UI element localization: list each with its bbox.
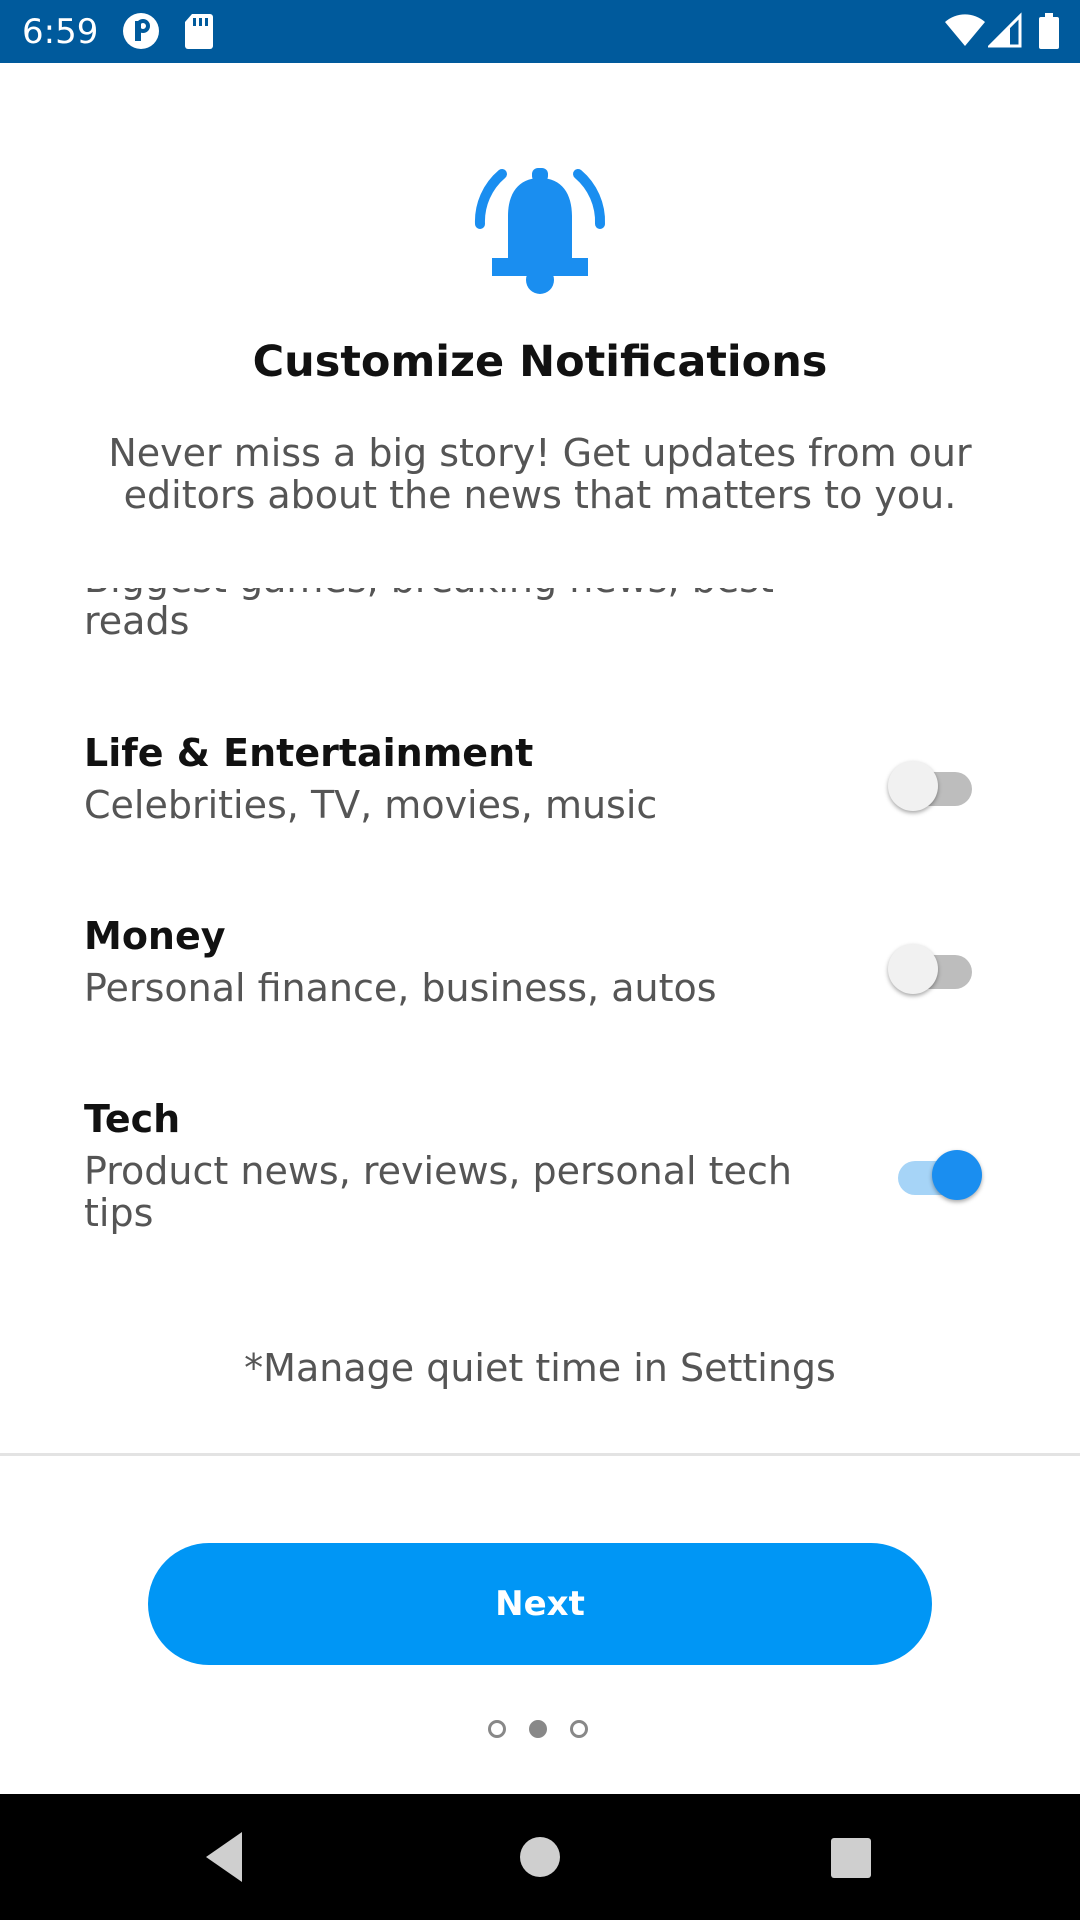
- quiet-time-note: *Manage quiet time in Settings: [244, 1346, 836, 1390]
- p-logo-icon: [122, 12, 160, 54]
- list-item[interactable]: Tech Product news, reviews, personal tec…: [84, 1096, 1080, 1234]
- item-title: Tech: [84, 1097, 181, 1141]
- list-item[interactable]: Life & Entertainment Celebrities, TV, mo…: [84, 730, 1080, 826]
- next-button[interactable]: Next: [148, 1543, 932, 1665]
- page-indicator: [486, 1719, 596, 1743]
- recents-icon[interactable]: [817, 1824, 883, 1890]
- cell-signal-icon: [986, 12, 1022, 54]
- page-dot: [570, 1720, 588, 1738]
- bell-icon: [474, 164, 606, 296]
- page-subtitle: Never miss a big story! Get updates from…: [108, 431, 972, 517]
- list-item[interactable]: Money Personal finance, business, autos: [84, 913, 1080, 1009]
- category-toggle[interactable]: [888, 1145, 984, 1201]
- page-dot: [488, 1720, 506, 1738]
- category-toggle[interactable]: [888, 756, 984, 812]
- list-item[interactable]: Biggest games, breaking news, best reads: [84, 588, 1080, 642]
- page-title: Customize Notifications: [252, 337, 828, 387]
- sd-card-icon: [184, 12, 214, 54]
- page-dot-active: [529, 1720, 547, 1738]
- item-description: Biggest games, breaking news, best reads: [84, 588, 774, 643]
- toggle-thumb: [932, 1150, 982, 1200]
- category-toggle[interactable]: [888, 939, 984, 995]
- item-description: Personal finance, business, autos: [84, 966, 717, 1010]
- toggle-thumb: [888, 944, 938, 994]
- wifi-icon: [944, 12, 986, 54]
- item-description: Celebrities, TV, movies, music: [84, 783, 658, 827]
- toggle-thumb: [888, 761, 938, 811]
- back-icon[interactable]: [194, 1824, 260, 1890]
- item-title: Money: [84, 914, 226, 958]
- home-icon[interactable]: [507, 1824, 573, 1890]
- divider: [0, 1453, 1080, 1456]
- battery-icon: [1038, 12, 1060, 54]
- category-list[interactable]: Biggest games, breaking news, best reads…: [0, 588, 1080, 1454]
- item-description: Product news, reviews, personal tech tip…: [84, 1149, 792, 1235]
- navigation-bar: [0, 1794, 1080, 1920]
- status-time: 6:59: [22, 12, 99, 52]
- item-title: Life & Entertainment: [84, 731, 534, 775]
- status-bar: 6:59: [0, 0, 1080, 63]
